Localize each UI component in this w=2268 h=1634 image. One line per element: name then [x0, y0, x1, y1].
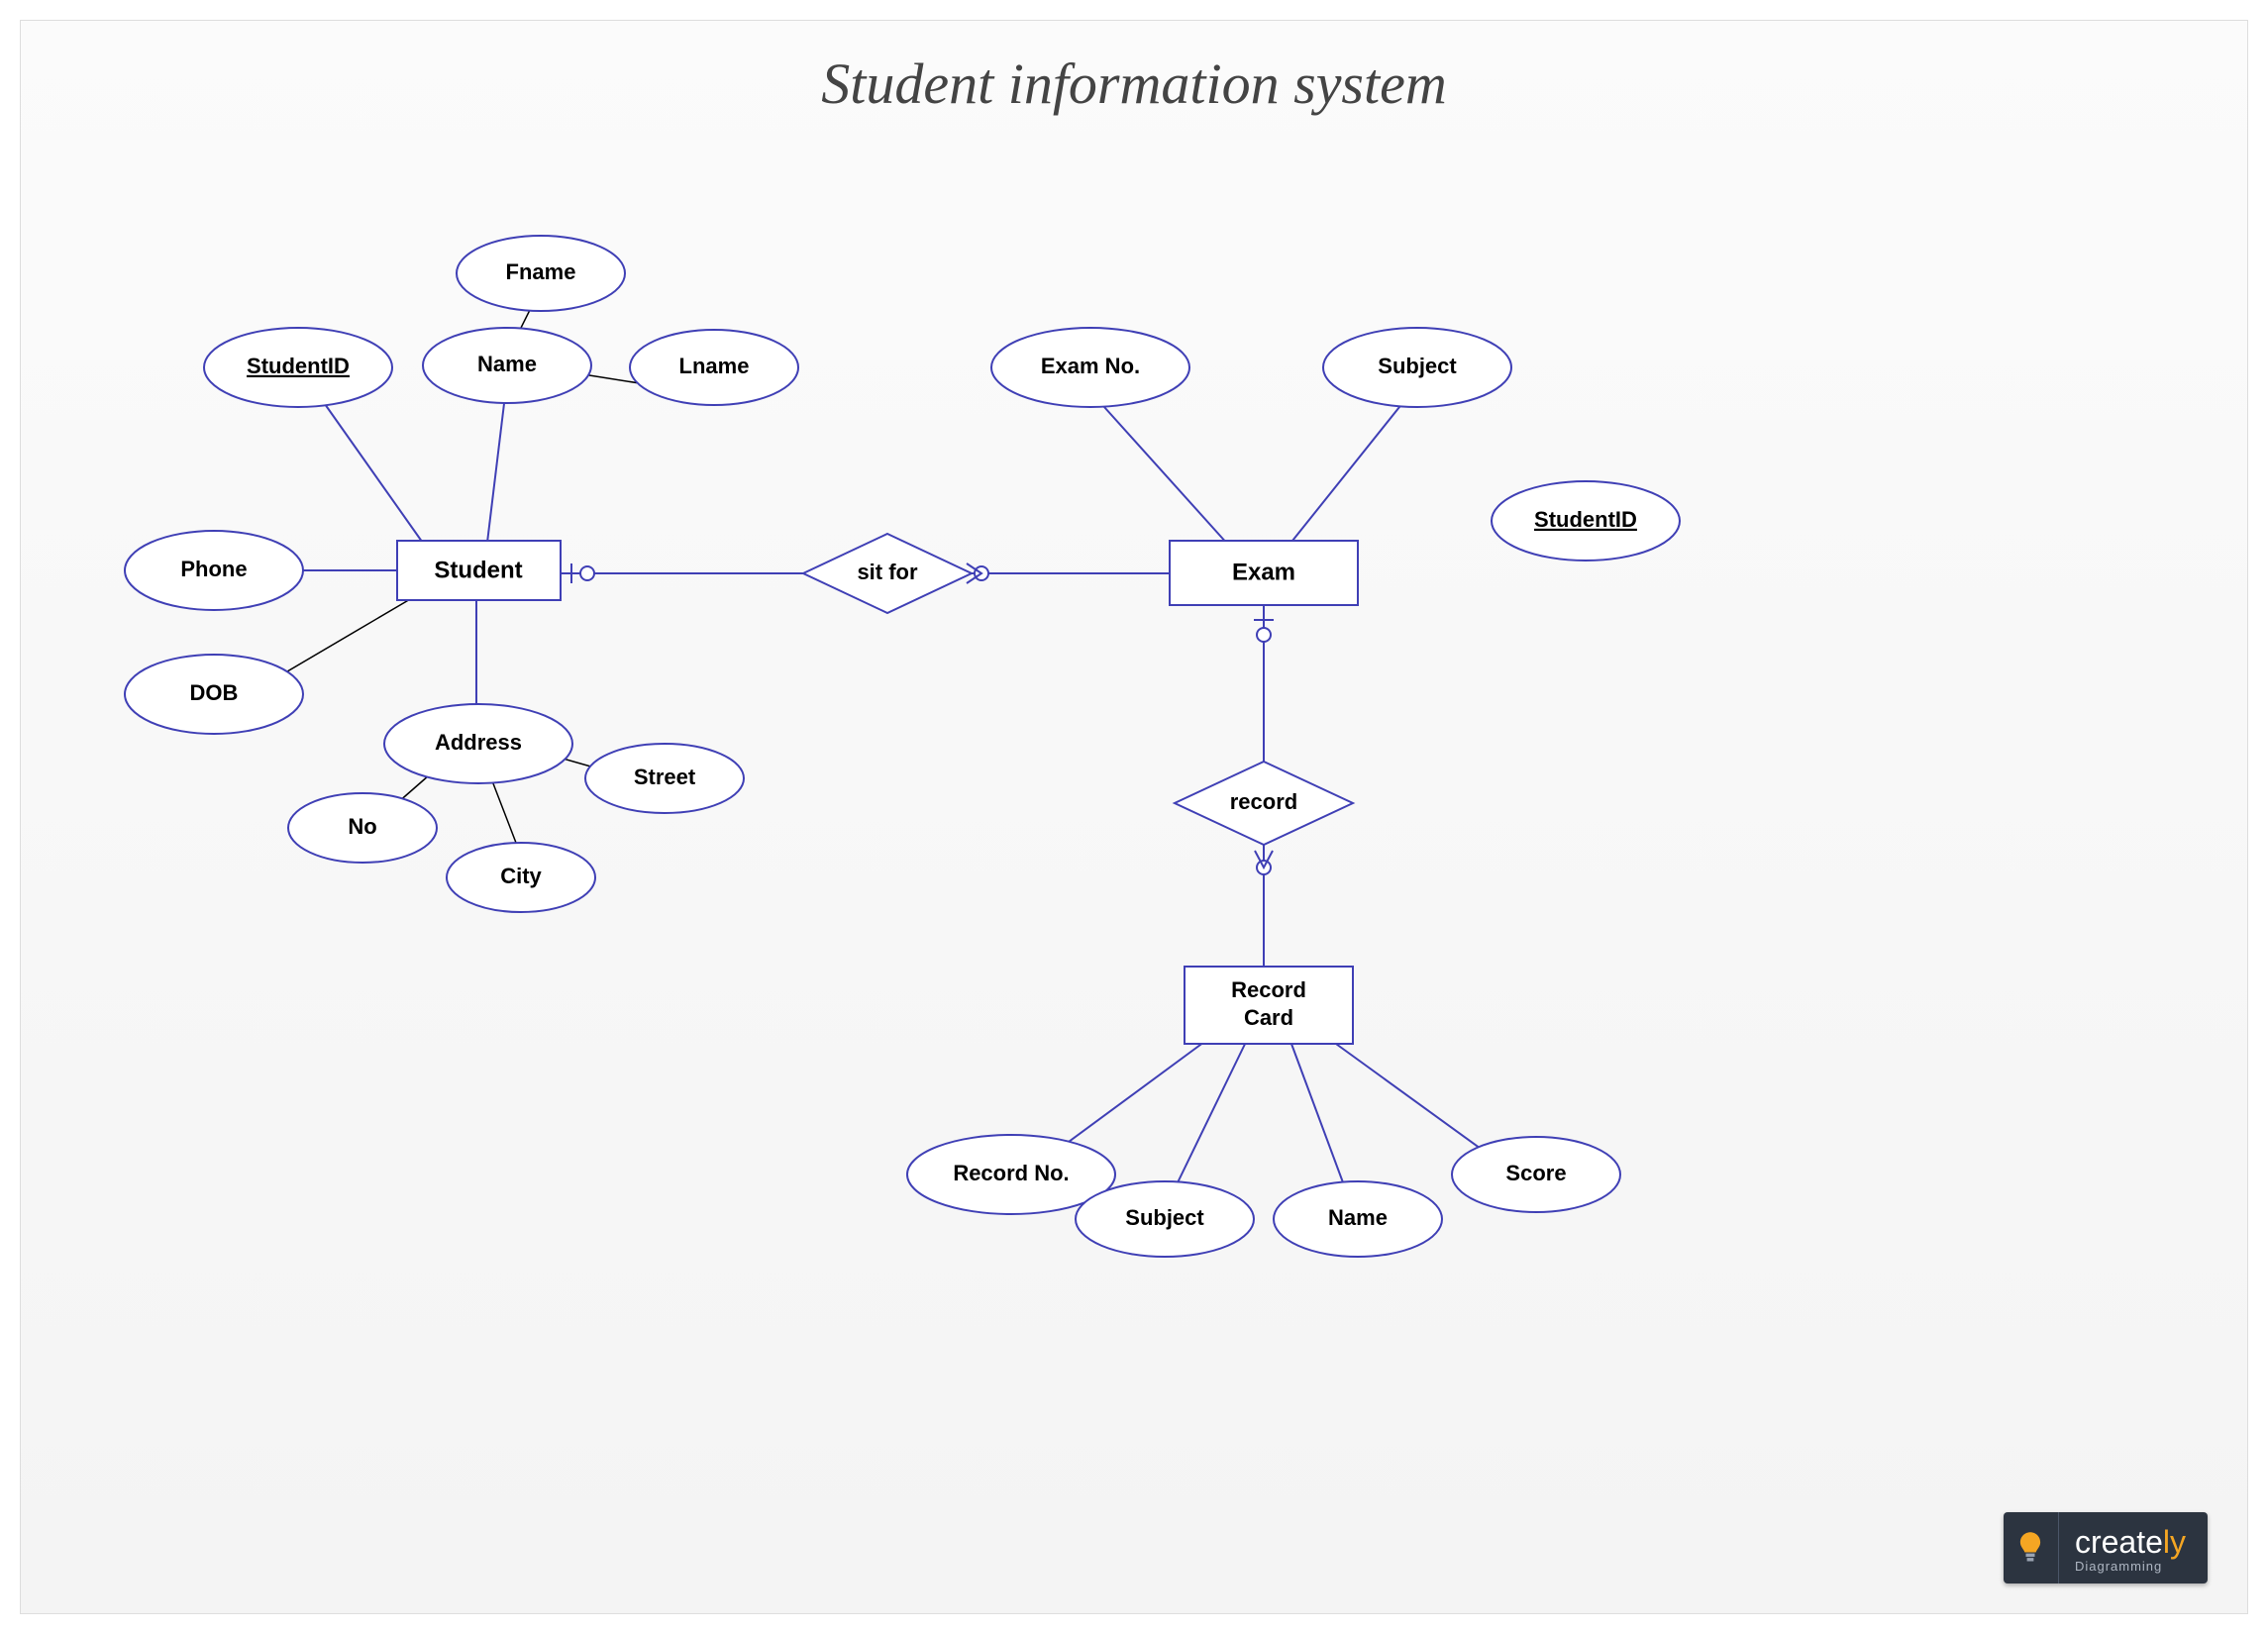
attr-subject-label: Subject: [1378, 354, 1457, 378]
attr-street-label: Street: [634, 765, 696, 789]
connector: [486, 387, 506, 551]
er-diagram: Student Exam Record Card sit for record …: [21, 21, 2249, 1615]
attr-address-label: Address: [435, 730, 522, 755]
attr-city-label: City: [500, 864, 542, 888]
creately-logo: creately Diagramming: [2004, 1512, 2208, 1583]
logo-tagline: Diagramming: [2075, 1560, 2186, 1573]
connector: [1095, 397, 1229, 546]
entity-exam-label: Exam: [1232, 559, 1295, 585]
relationship-record-label: record: [1230, 789, 1297, 814]
logo-brand: creately: [2075, 1526, 2186, 1558]
connector: [491, 778, 516, 843]
logo-brand-1: create: [2075, 1524, 2163, 1560]
relationship-sitfor-label: sit for: [857, 560, 918, 584]
attr-phone-label: Phone: [180, 557, 247, 581]
attr-fname-label: Fname: [506, 259, 576, 284]
attr-lname-label: Lname: [679, 354, 750, 378]
attr-recname-label: Name: [1328, 1205, 1388, 1230]
crowfoot-circle: [580, 566, 594, 580]
connector: [1289, 397, 1407, 546]
logo-brand-2: ly: [2163, 1524, 2186, 1560]
attr-dob-label: DOB: [190, 680, 239, 705]
attr-no-label: No: [348, 814, 376, 839]
entity-recordcard-label-1: Record: [1231, 977, 1306, 1002]
entity-recordcard-label-2: Card: [1244, 1005, 1293, 1030]
crowfoot-circle: [1257, 628, 1271, 642]
attr-recsubject-label: Subject: [1125, 1205, 1204, 1230]
entity-student-label: Student: [434, 557, 522, 583]
attr-exam-studentid-label: StudentID: [1534, 507, 1637, 532]
attr-score-label: Score: [1505, 1161, 1566, 1185]
lightbulb-icon: [2004, 1512, 2059, 1583]
attr-examno-label: Exam No.: [1041, 354, 1140, 378]
attr-studentid-label: StudentID: [247, 354, 350, 378]
attr-recordno-label: Record No.: [953, 1161, 1069, 1185]
connector: [313, 387, 432, 556]
attr-name-label: Name: [477, 352, 537, 376]
